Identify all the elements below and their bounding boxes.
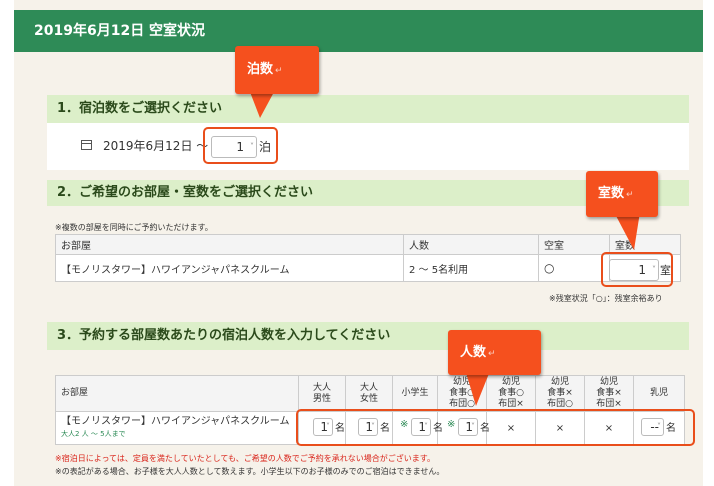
checkin-date: 2019年6月12日 ～: [103, 139, 209, 153]
room-capacity: 2 ～ 5名利用: [403, 254, 539, 282]
col-room: お部屋: [55, 375, 299, 412]
table-row: 【モノリスタワー】ハワイアンジャパネスクルーム 2 ～ 5名利用 ○: [55, 254, 681, 282]
nights-callout: 泊数: [235, 46, 319, 94]
section-nights-title: 1．宿泊数をご選択ください: [47, 95, 689, 123]
calendar-icon: [81, 140, 92, 150]
guest-note-child: ※の表記がある場合、お子様を大人人数として数えます。小学生以下のお子様のみでのご…: [55, 467, 445, 476]
page-title: 2019年6月12日 空室状況: [14, 10, 703, 52]
room-table: お部屋 人数 空室 室数 【モノリスタワー】ハワイアンジャパネスクルーム 2 ～…: [55, 234, 681, 282]
col-room: お部屋: [55, 234, 404, 255]
col-elementary: 小学生: [392, 375, 438, 412]
section-guests-title: 3．予約する部屋数あたりの宿泊人数を入力してください: [47, 322, 689, 350]
guest-room-capacity: 大人2 人 ～ 5人まで: [61, 430, 126, 438]
nights-highlight: [203, 127, 278, 164]
people-callout: 人数: [448, 330, 541, 375]
rooms-highlight: [601, 252, 673, 287]
col-baby: 乳児: [633, 375, 685, 412]
col-adult-male: 大人 男性: [298, 375, 346, 412]
col-capacity: 人数: [403, 234, 539, 255]
col-availability: 空室: [538, 234, 610, 255]
room-name: 【モノリスタワー】ハワイアンジャパネスクルーム: [55, 254, 404, 282]
col-infant-nomeal-futon: 幼児 食事× 布団○: [535, 375, 585, 412]
guest-room-name: 【モノリスタワー】ハワイアンジャパネスクルーム: [61, 416, 290, 427]
col-infant-nomeal-nofuton: 幼児 食事× 布団×: [584, 375, 634, 412]
availability-status: ○: [538, 254, 610, 282]
rooms-note: ※複数の部屋を同時にご予約いただけます。: [55, 223, 213, 232]
guests-highlight: [296, 409, 695, 446]
col-adult-female: 大人 女性: [345, 375, 393, 412]
rooms-callout: 室数: [586, 171, 658, 217]
guest-note-capacity: ※宿泊日によっては、定員を満たしていたとしても、ご希望の人数でご予約を承れない場…: [55, 454, 435, 463]
nights-callout-pointer: [250, 92, 274, 118]
nights-row: 2019年6月12日 ～: [47, 123, 689, 170]
availability-legend: ※残室状況「○」：残室余裕あり: [549, 294, 663, 303]
rooms-callout-pointer: [614, 212, 640, 250]
